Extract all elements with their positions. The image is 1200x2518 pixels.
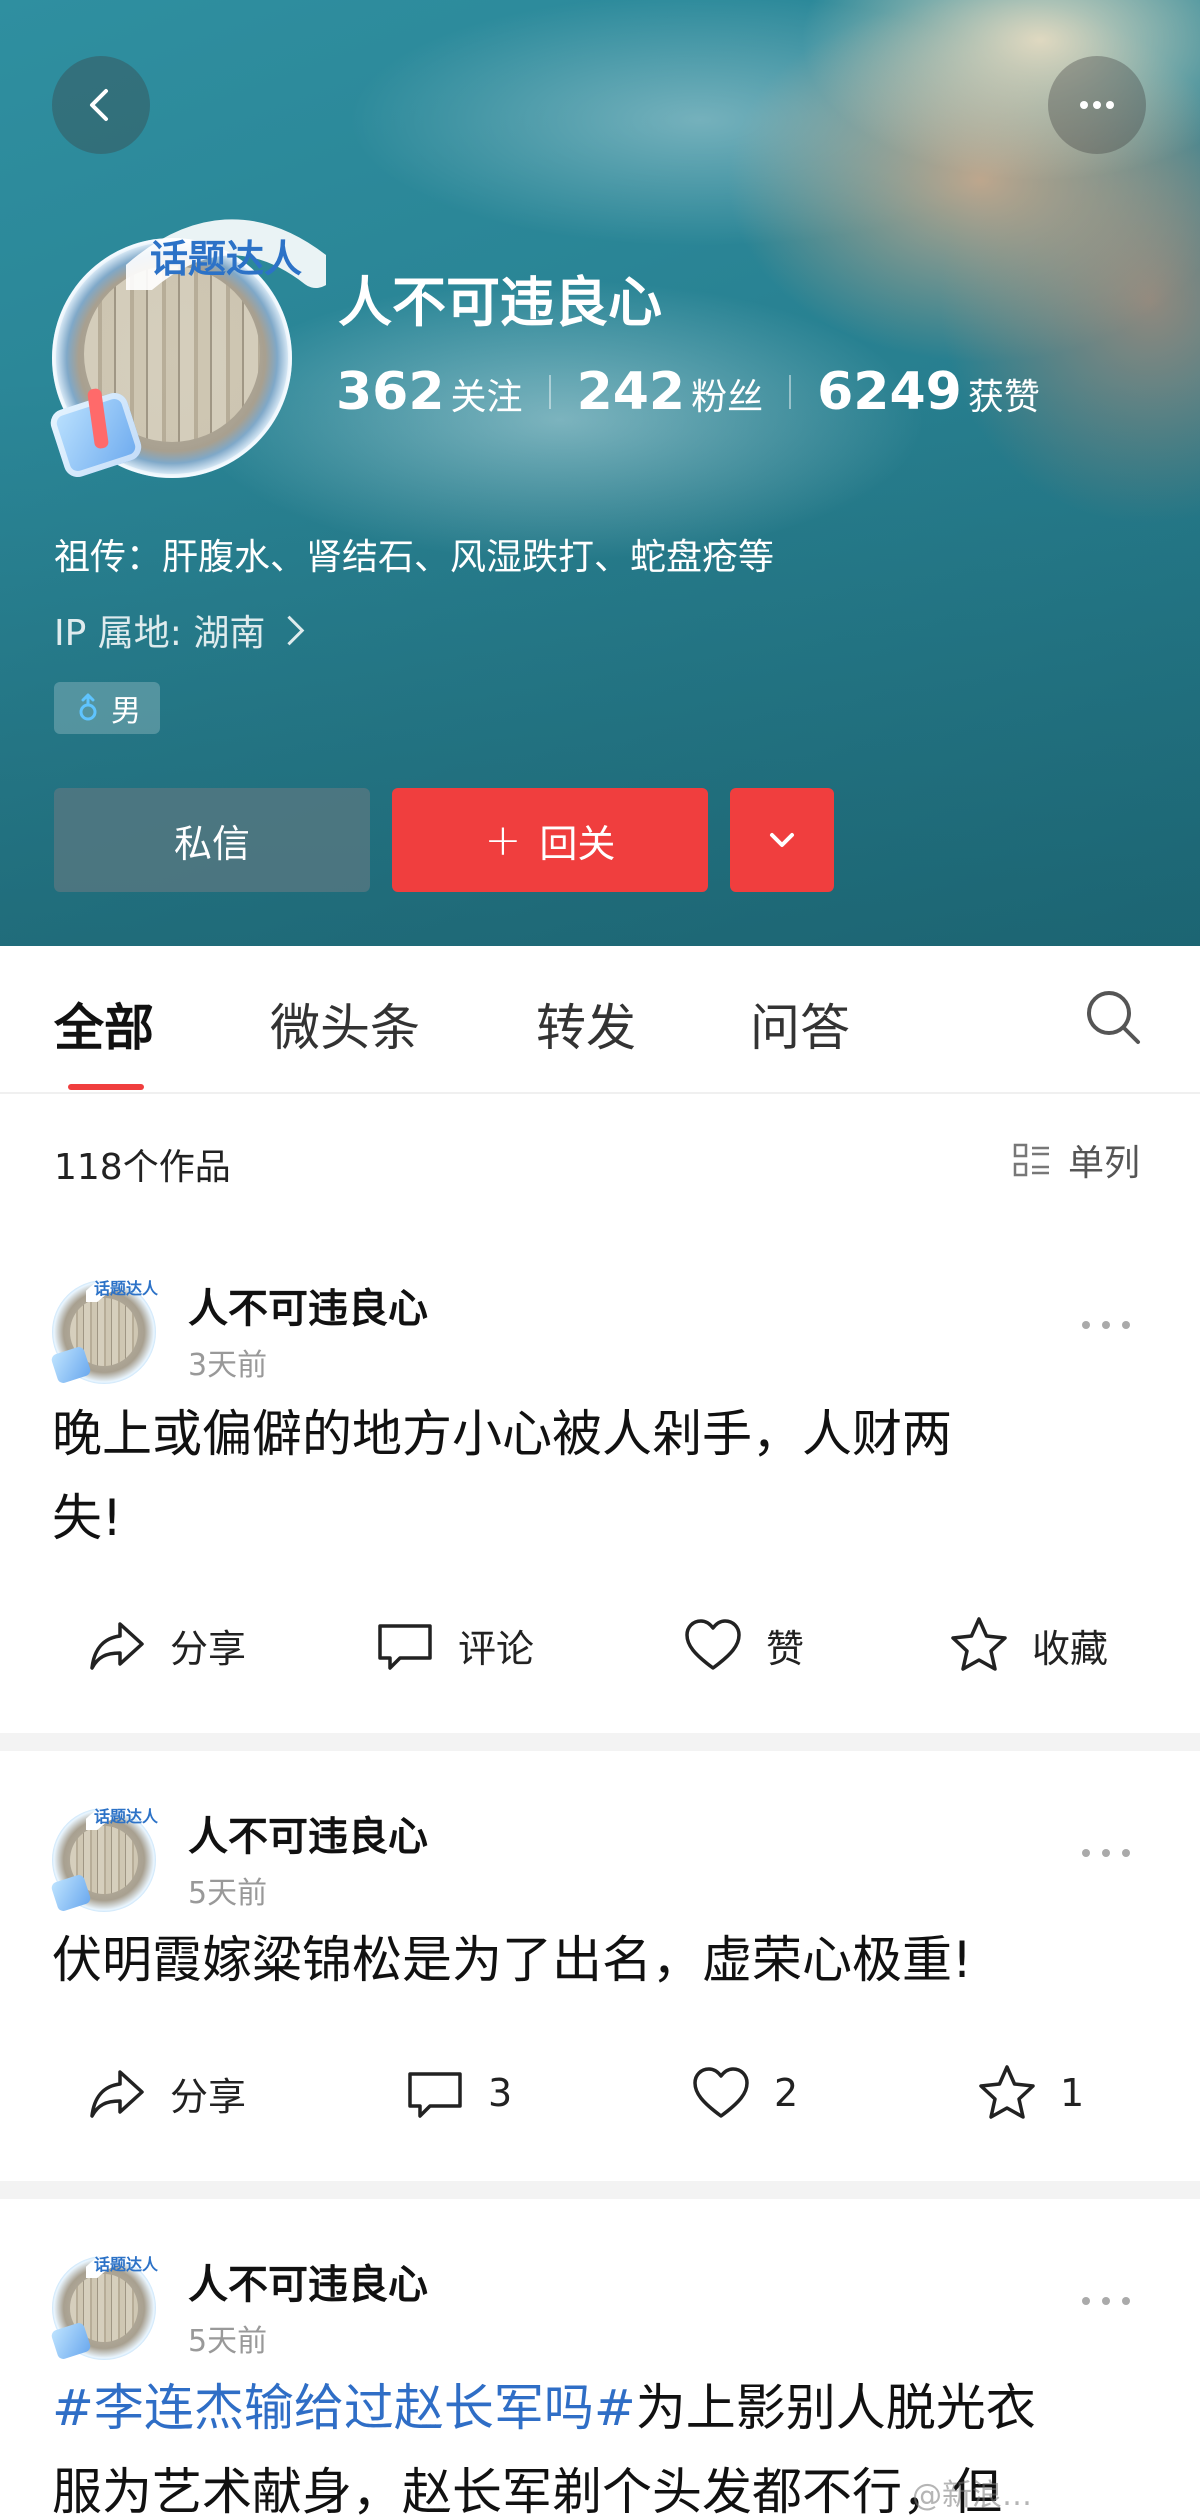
recommend-dropdown-button[interactable] xyxy=(730,788,834,892)
comment-button[interactable]: 评论 xyxy=(374,1614,534,1676)
post-separator xyxy=(0,1733,1200,1751)
heart-icon xyxy=(693,2067,749,2118)
more-horizontal-icon[interactable] xyxy=(1080,1846,1132,1860)
comment-button[interactable]: 3 xyxy=(404,2062,512,2124)
stat-followers[interactable]: 242 粉丝 xyxy=(577,362,764,422)
tab-micro-posts[interactable]: 微头条 xyxy=(270,988,420,1060)
favorite-button[interactable]: 收藏 xyxy=(948,1614,1108,1676)
post-author[interactable]: 人不可违良心 xyxy=(188,2252,428,2310)
topic-expert-badge: 话题达人 xyxy=(126,219,326,290)
hashtag-link[interactable]: #李连杰输给过赵长军吗# xyxy=(52,2379,636,2437)
tab-qa[interactable]: 问答 xyxy=(750,988,850,1060)
stat-divider xyxy=(789,375,792,409)
works-count: 118个作品 xyxy=(54,1147,231,1188)
gender-tag: 男 xyxy=(54,682,160,734)
layout-toggle[interactable]: 单列 xyxy=(1012,1134,1140,1186)
topic-expert-badge: 话题达人 xyxy=(86,1799,166,1830)
list-layout-icon xyxy=(1013,1143,1049,1177)
post-actions: 分享 3 2 1 xyxy=(0,2062,1200,2142)
stat-likes[interactable]: 6249 获赞 xyxy=(817,362,1040,422)
svg-text:话题达人: 话题达人 xyxy=(94,2255,159,2274)
share-icon xyxy=(90,2070,144,2118)
post-author[interactable]: 人不可违良心 xyxy=(188,1804,428,1862)
stat-following[interactable]: 362 关注 xyxy=(336,362,523,422)
post-time: 5天前 xyxy=(188,1876,268,1911)
tab-all[interactable]: 全部 xyxy=(54,988,154,1060)
chevron-down-icon xyxy=(770,833,794,847)
follow-back-button[interactable]: + 回关 xyxy=(392,788,708,892)
share-button[interactable]: 分享 xyxy=(86,1614,246,1676)
stat-divider xyxy=(548,375,551,409)
tab-reposts[interactable]: 转发 xyxy=(536,988,636,1060)
like-button[interactable]: 赞 xyxy=(682,1614,804,1676)
like-button[interactable]: 2 xyxy=(690,2062,798,2124)
post-card[interactable]: 话题达人 人不可违良心 5天前 伏明霞嫁粱锦松是为了出名，虚荣心极重! 分享 3… xyxy=(0,1752,1200,2178)
ip-location[interactable]: IP 属地: 湖南 xyxy=(54,604,305,656)
male-icon xyxy=(79,693,97,721)
post-time: 3天前 xyxy=(188,1348,268,1383)
active-tab-indicator xyxy=(68,1084,144,1090)
chevron-right-icon xyxy=(274,615,305,645)
share-icon xyxy=(90,1622,144,1670)
svg-text:话题达人: 话题达人 xyxy=(150,237,302,281)
content-tabs: 全部 微头条 转发 问答 xyxy=(0,946,1200,1092)
topic-expert-badge: 话题达人 xyxy=(86,2247,166,2278)
more-options-button[interactable] xyxy=(1048,56,1146,154)
more-horizontal-icon xyxy=(1080,101,1114,109)
profile-bio: 祖传：肝腹水、肾结石、风湿跌打、蛇盘疮等 xyxy=(54,537,775,578)
ip-location-label: IP 属地: 湖南 xyxy=(54,613,266,654)
chevron-left-icon xyxy=(90,89,108,121)
post-separator xyxy=(0,2181,1200,2199)
more-horizontal-icon[interactable] xyxy=(1080,2294,1132,2308)
topic-expert-badge: 话题达人 xyxy=(86,1271,166,1302)
more-horizontal-icon[interactable] xyxy=(1080,1318,1132,1332)
comment-icon xyxy=(408,2072,462,2118)
profile-avatar[interactable]: 话题达人 xyxy=(47,210,326,481)
post-actions: 分享 评论 赞 收藏 xyxy=(0,1614,1200,1694)
watermark: @新浪… xyxy=(912,2478,1032,2513)
post-avatar[interactable]: 话题达人 xyxy=(50,1794,166,1914)
post-time: 5天前 xyxy=(188,2324,268,2359)
post-avatar[interactable]: 话题达人 xyxy=(50,2242,166,2362)
plus-icon: + xyxy=(484,814,522,866)
tabs-divider xyxy=(0,1092,1200,1094)
back-button[interactable] xyxy=(52,56,150,154)
search-icon[interactable] xyxy=(1082,986,1144,1048)
star-icon xyxy=(951,1617,1007,1671)
star-icon xyxy=(979,2065,1035,2119)
svg-text:话题达人: 话题达人 xyxy=(94,1279,159,1298)
share-button[interactable]: 分享 xyxy=(86,2062,246,2124)
message-button[interactable]: 私信 xyxy=(54,788,370,892)
favorite-button[interactable]: 1 xyxy=(976,2062,1084,2124)
post-card[interactable]: 话题达人 人不可违良心 3天前 晚上或偏僻的地方小心被人剁手，人财两 失! 分享… xyxy=(0,1240,1200,1730)
profile-name: 人不可违良心 xyxy=(338,271,662,334)
post-text[interactable]: 伏明霞嫁粱锦松是为了出名，虚荣心极重! xyxy=(52,1918,1152,2002)
post-avatar[interactable]: 话题达人 xyxy=(50,1266,166,1386)
heart-icon xyxy=(685,1619,741,1670)
comment-icon xyxy=(378,1624,432,1670)
profile-stats: 362 关注 242 粉丝 6249 获赞 xyxy=(336,362,1040,422)
svg-text:话题达人: 话题达人 xyxy=(94,1807,159,1826)
post-text[interactable]: 晚上或偏僻的地方小心被人剁手，人财两 失! xyxy=(52,1392,1152,1560)
post-author[interactable]: 人不可违良心 xyxy=(188,1276,428,1334)
